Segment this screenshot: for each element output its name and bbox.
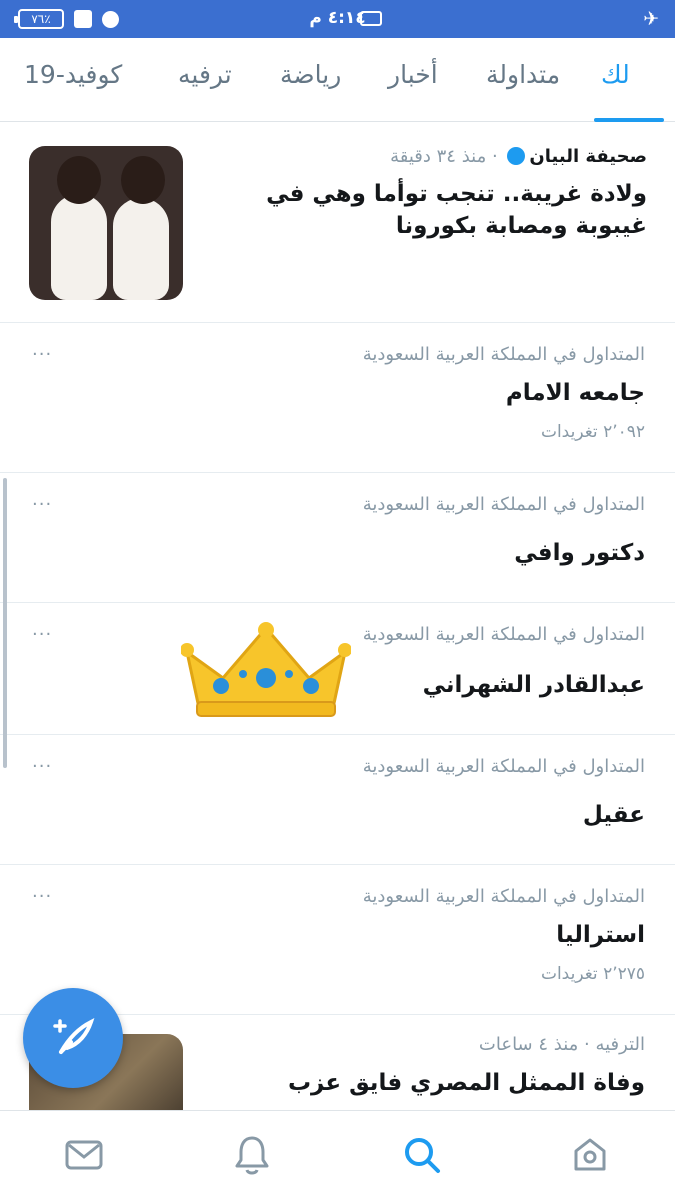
search-icon (405, 1138, 440, 1173)
crown-icon (181, 622, 351, 717)
trend-name[interactable]: جامعه الامام (506, 380, 645, 406)
trend-item[interactable]: المتداول في المملكة العربية السعودية دكت… (0, 472, 675, 602)
tab-sports[interactable]: رياضة (280, 60, 341, 89)
more-options-icon[interactable]: ··· (32, 494, 52, 515)
baby-head (121, 156, 165, 204)
status-time: ٤:١٤ م (309, 8, 366, 28)
baby-figure (113, 198, 169, 300)
scroll-indicator (3, 478, 7, 768)
trend-name[interactable]: استراليا (556, 922, 645, 948)
baby-figure (51, 194, 107, 300)
more-options-icon[interactable]: ··· (32, 624, 52, 645)
trend-item[interactable]: المتداول في المملكة العربية السعودية عقي… (0, 734, 675, 864)
tab-covid19[interactable]: كوفيد-19 (24, 60, 122, 89)
bottom-navigation (0, 1110, 675, 1200)
compose-feather-icon (53, 1018, 95, 1054)
trend-count: ٢٬٠٩٢ تغريدات (540, 422, 645, 442)
more-options-icon[interactable]: ··· (32, 886, 52, 907)
news-source: صحيفة البيان (529, 146, 647, 167)
trend-item[interactable]: المتداول في المملكة العربية السعودية جام… (0, 322, 675, 472)
news-card[interactable]: صحيفة البيان · منذ ٣٤ دقيقة ولادة غريبة.… (0, 122, 675, 322)
trend-context: المتداول في المملكة العربية السعودية (362, 624, 645, 645)
notifications-tab[interactable] (228, 1131, 276, 1179)
search-tab[interactable] (398, 1131, 446, 1179)
explore-tabs: لك متداولة أخبار رياضة ترفيه كوفيد-19 (0, 38, 675, 122)
news-headline[interactable]: وفاة الممثل المصري فايق عزب (288, 1070, 645, 1096)
more-options-icon[interactable]: ··· (32, 756, 52, 777)
tab-entertainment[interactable]: ترفيه (178, 60, 232, 89)
news-thumbnail[interactable] (29, 146, 183, 300)
status-bar: ٧٦٪ ٤:١٤ م ✈ (0, 0, 675, 38)
tab-trending[interactable]: متداولة (486, 60, 560, 89)
baby-head (57, 156, 101, 204)
compose-tweet-button[interactable] (23, 988, 123, 1088)
airplane-icon: ✈ (643, 8, 659, 30)
trend-count: ٢٬٢٧٥ تغريدات (540, 964, 645, 984)
trend-name[interactable]: عبدالقادر الشهراني (423, 672, 645, 698)
news-meta: الترفيه · منذ ٤ ساعات (478, 1034, 645, 1055)
bell-icon (235, 1136, 269, 1175)
trend-name[interactable]: عقيل (583, 802, 645, 828)
trend-context: المتداول في المملكة العربية السعودية (362, 886, 645, 907)
home-icon (574, 1138, 606, 1171)
news-time: منذ ٣٤ دقيقة (390, 146, 487, 167)
mail-icon (65, 1140, 103, 1170)
verified-badge-icon (507, 147, 526, 165)
trend-context: المتداول في المملكة العربية السعودية (362, 756, 645, 777)
news-meta: صحيفة البيان · منذ ٣٤ دقيقة (390, 146, 647, 167)
trend-context: المتداول في المملكة العربية السعودية (362, 494, 645, 515)
trend-item[interactable]: المتداول في المملكة العربية السعودية است… (0, 864, 675, 1014)
messages-tab[interactable] (60, 1131, 108, 1179)
tab-for-you[interactable]: لك (601, 60, 630, 89)
news-headline[interactable]: ولادة غريبة.. تنجب توأما وهي في غيبوبة و… (247, 178, 647, 242)
trend-name[interactable]: دكتور وافي (514, 540, 645, 566)
home-tab[interactable] (566, 1131, 614, 1179)
more-options-icon[interactable]: ··· (32, 344, 52, 365)
trend-context: المتداول في المملكة العربية السعودية (362, 344, 645, 365)
tab-news[interactable]: أخبار (388, 60, 438, 89)
